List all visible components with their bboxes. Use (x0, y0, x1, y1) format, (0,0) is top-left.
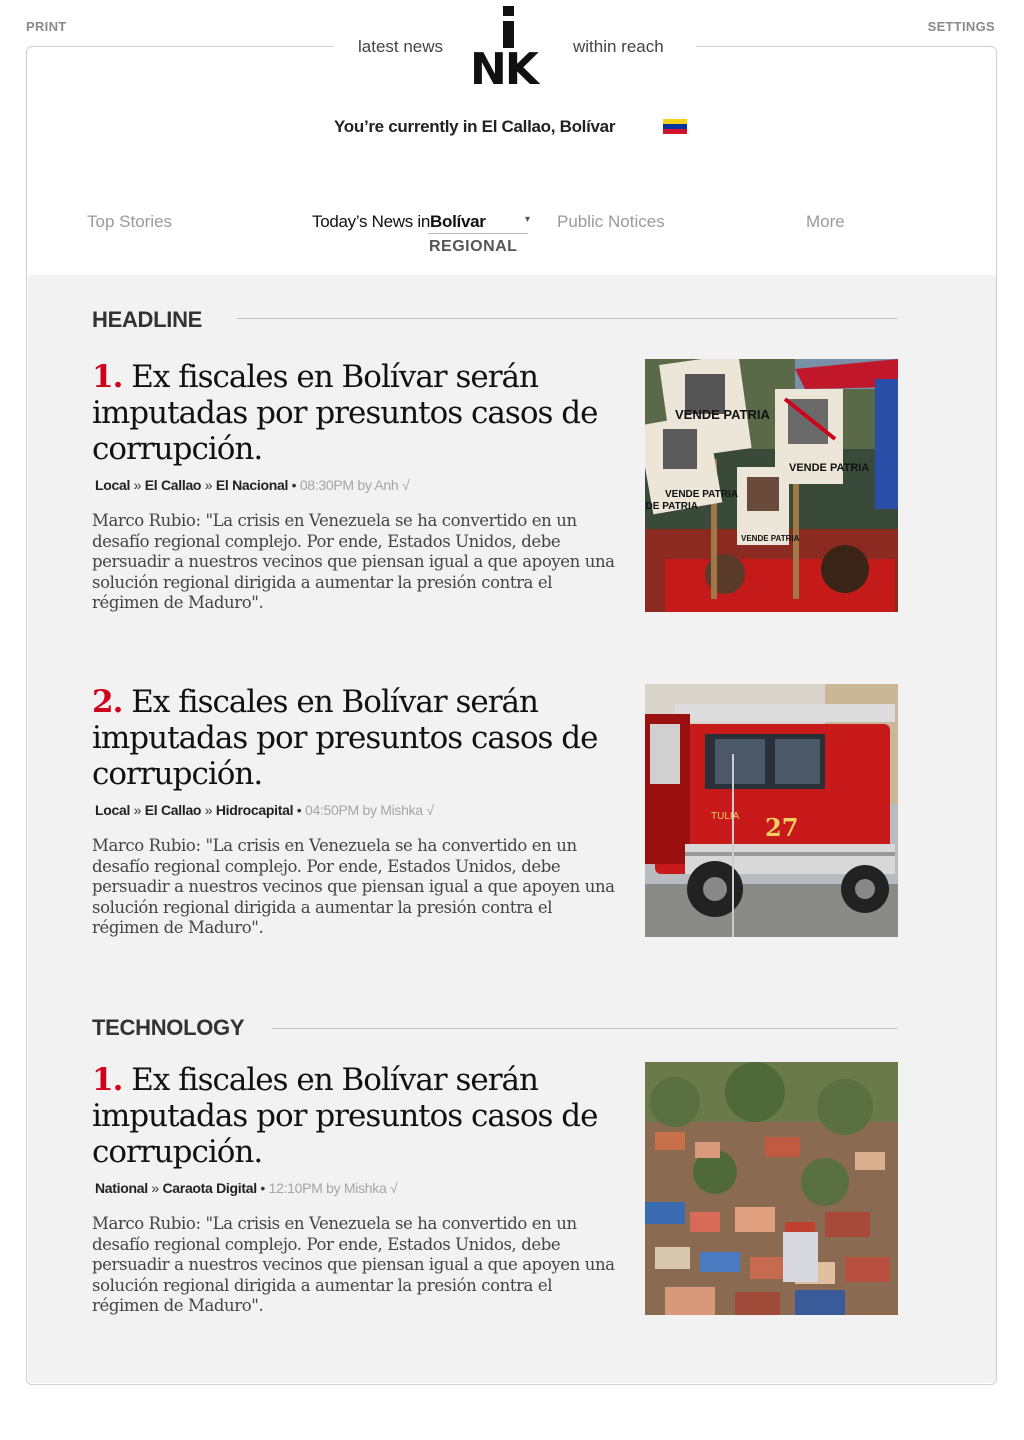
article-body: Marco Rubio: "La crisis en Venezuela se … (92, 1214, 615, 1316)
article-title-text: Ex fiscales en Bolívar serán imputadas p… (92, 359, 598, 467)
article-number: 1. (92, 359, 123, 395)
settings-link[interactable]: SETTINGS (928, 19, 995, 34)
article-meta: Local » El Callao » Hidrocapital • 04:50… (95, 802, 434, 818)
tagline-right: within reach (573, 37, 664, 56)
section-title-technology: TECHNOLOGY (92, 1015, 245, 1040)
source-link[interactable]: Local (95, 802, 130, 818)
chevron-down-icon[interactable]: ▾ (525, 214, 530, 225)
venezuela-flag-icon (663, 119, 687, 134)
todays-news-label: Today’s News (312, 212, 413, 231)
source-link[interactable]: El Callao (145, 477, 202, 493)
section-rule (272, 1028, 898, 1029)
fire-truck-image: 27 TULIA (645, 684, 898, 937)
article-body: Marco Rubio: "La crisis en Venezuela se … (92, 511, 615, 613)
article-time: 12:10PM by Mishka √ (268, 1180, 398, 1196)
source-link[interactable]: Hidrocapital (216, 802, 294, 818)
tab-public-notices[interactable]: Public Notices (557, 212, 665, 232)
article-meta: Local » El Callao » El Nacional • 08:30P… (95, 477, 410, 493)
sign-text: VENDE PATRIA (789, 462, 869, 474)
sign-text: VENDE PATRIA (741, 534, 800, 543)
truck-number: 27 (765, 813, 798, 842)
place-underline (428, 233, 528, 234)
article-time: 04:50PM by Mishka √ (304, 802, 434, 818)
tab-more[interactable]: More (806, 212, 845, 232)
section-rule (237, 318, 898, 319)
article-number: 1. (92, 1062, 123, 1098)
print-link[interactable]: PRINT (26, 19, 67, 34)
section-title-headline: HEADLINE (92, 307, 203, 332)
article-image-protest[interactable]: VENDE PATRIA VENDE PATRIA VENDE PATRIA V… (645, 359, 898, 612)
tab-regional[interactable]: REGIONAL (429, 238, 517, 256)
source-link[interactable]: Caraota Digital (163, 1180, 258, 1196)
in-word: in (417, 212, 431, 231)
article-title[interactable]: 2. Ex fiscales en Bolívar serán imputada… (92, 684, 622, 792)
tab-top-stories[interactable]: Top Stories (87, 212, 172, 232)
article-title[interactable]: 1. Ex fiscales en Bolívar serán imputada… (92, 1062, 622, 1170)
article-body: Marco Rubio: "La crisis en Venezuela se … (92, 836, 615, 938)
location-text: You’re currently in El Callao, Bolívar (334, 117, 616, 136)
article-title-text: Ex fiscales en Bolívar serán imputadas p… (92, 1062, 598, 1170)
article-meta: National » Caraota Digital • 12:10PM by … (95, 1180, 398, 1196)
article-image-fire-truck[interactable]: 27 TULIA (645, 684, 898, 937)
source-link[interactable]: National (95, 1180, 148, 1196)
article-title[interactable]: 1. Ex fiscales en Bolívar serán imputada… (92, 359, 622, 467)
truck-label: TULIA (711, 811, 740, 822)
article-image-hillside-city[interactable] (645, 1062, 898, 1315)
source-link[interactable]: El Nacional (216, 477, 288, 493)
flag-stripe-red (663, 129, 687, 134)
article-number: 2. (92, 684, 123, 720)
logo-i-dot (503, 6, 514, 16)
source-link[interactable]: Local (95, 477, 130, 493)
tab-todays-news[interactable]: Today’s News inBolívar (312, 212, 486, 232)
protest-image: VENDE PATRIA VENDE PATRIA VENDE PATRIA V… (645, 359, 898, 612)
article-time: 08:30PM by Anh √ (299, 477, 410, 493)
sign-text: VENDE PATRIA (675, 407, 770, 422)
ink-logo[interactable]: NK (470, 6, 554, 92)
source-link[interactable]: El Callao (145, 802, 202, 818)
place-selector[interactable]: Bolívar (430, 212, 486, 231)
hillside-image (645, 1062, 898, 1315)
sign-text: VENDE PATRIA (645, 501, 698, 512)
tagline-left: latest news (358, 37, 444, 56)
article-title-text: Ex fiscales en Bolívar serán imputadas p… (92, 684, 598, 792)
sign-text: VENDE PATRIA (665, 489, 738, 500)
logo-text: NK (470, 44, 539, 95)
